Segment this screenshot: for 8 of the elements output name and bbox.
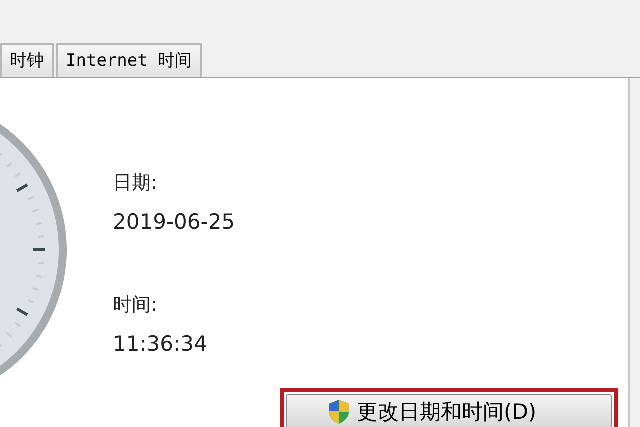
change-date-time-button[interactable]: 更改日期和时间(D) bbox=[286, 394, 612, 427]
time-label: 时间: bbox=[113, 293, 158, 318]
tab[interactable]: 时钟 bbox=[0, 43, 54, 77]
time-value: 11:36:34 bbox=[113, 332, 208, 358]
date-label: 日期: bbox=[113, 171, 158, 196]
tab[interactable]: Internet 时间 bbox=[56, 43, 202, 77]
shield-icon bbox=[327, 399, 351, 425]
date-value: 2019-06-25 bbox=[113, 210, 236, 236]
